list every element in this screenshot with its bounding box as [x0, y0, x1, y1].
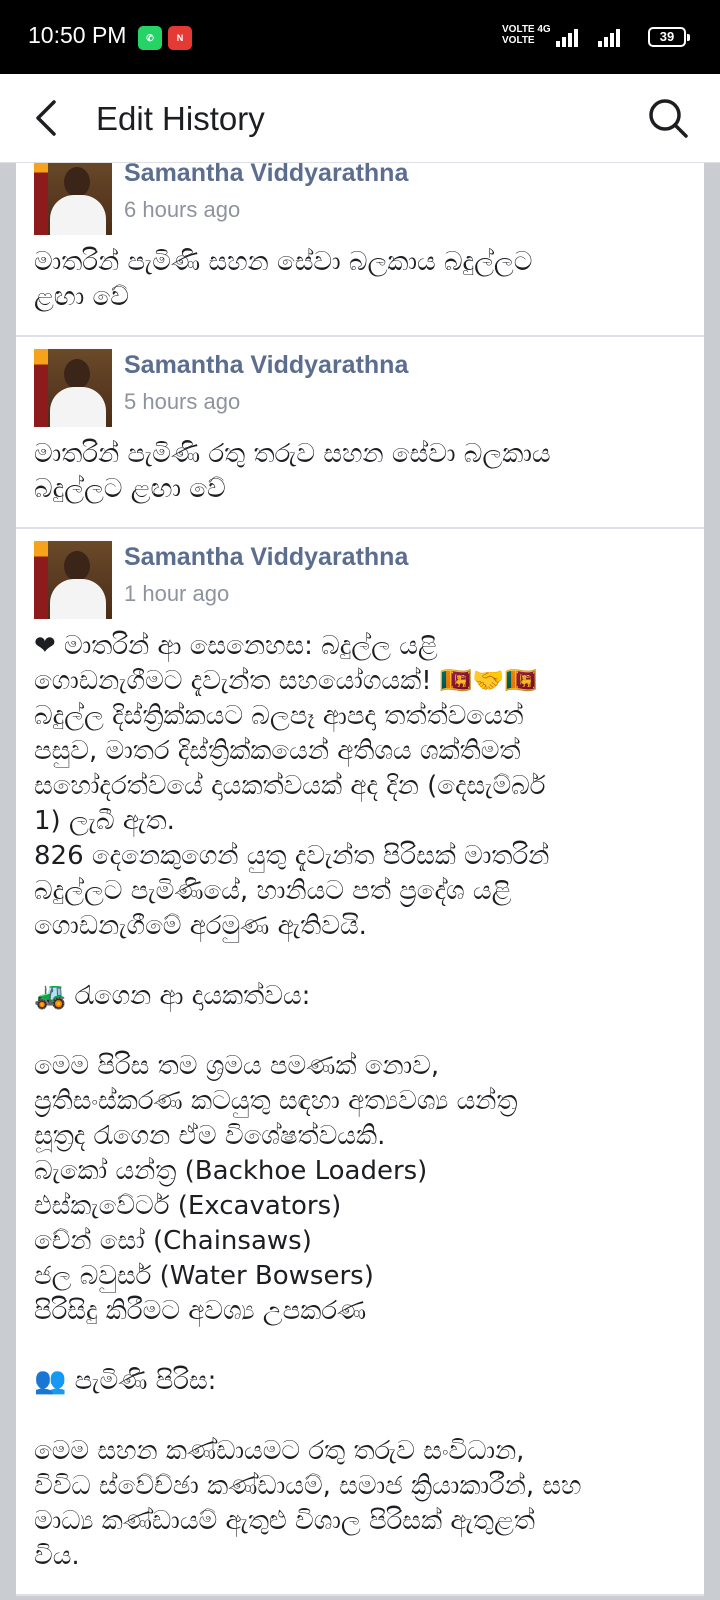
text-line: විවිධ ස්වේච්ඡා කණ්ඩායම්, සමාජ ක්‍රියාකාර…	[34, 1471, 582, 1501]
text-line: මාතරින් පැමිණි සහන සේවා බලකාය බදුල්ලට	[34, 247, 533, 277]
news-app-icon: N	[168, 26, 192, 50]
history-entry: Samantha Viddyarathna 6 hours ago මාතරින් …	[16, 163, 704, 337]
entry-header: Samantha Viddyarathna 1 hour ago	[34, 541, 686, 625]
entry-text: ❤ මාතරින් ආ සෙනෙහස: බදුල්ල යළි ගොඩනැගීමට …	[34, 629, 686, 1574]
person-graphic	[64, 551, 90, 581]
search-icon[interactable]	[646, 96, 690, 140]
avatar[interactable]	[34, 163, 112, 235]
person-graphic	[64, 167, 90, 197]
text-line: මෙම සහන කණ්ඩායමට රතු තරුව සංවිධාන,	[34, 1436, 525, 1466]
entry-timestamp: 6 hours ago	[124, 197, 241, 222]
text-line	[34, 944, 686, 979]
text-line: 1) ලැබී ඇත.	[34, 806, 175, 836]
text-line: චේන් සෝ (Chainsaws)	[34, 1226, 312, 1256]
status-time: 10:50 PM	[28, 22, 127, 48]
flag-graphic	[34, 541, 48, 619]
text-line: බදුල්ල දිස්ත්‍රික්කයට බලපෑ ආපදා තත්ත්වයෙ…	[34, 701, 524, 731]
text-line: විය.	[34, 1541, 80, 1571]
text-line: 🚜 රැගෙන ආ දායකත්වය:	[34, 981, 311, 1011]
text-line: 👥 පැමිණි පිරිස:	[34, 1366, 217, 1396]
status-bar: 10:50 PM ✆ N VOLTE 4G VOLTE 39	[0, 0, 720, 74]
entry-timestamp: 1 hour ago	[124, 581, 230, 606]
entry-text: මාතරින් පැමිණි රතු තරුව සහන සේවා බලකාය බද…	[34, 437, 686, 507]
avatar[interactable]	[34, 349, 112, 427]
history-entry: Samantha Viddyarathna 1 hour ago ❤ මාතරින්…	[16, 529, 704, 1596]
back-arrow-icon[interactable]	[28, 98, 68, 138]
edit-history-list[interactable]: Samantha Viddyarathna 6 hours ago මාතරින් …	[0, 163, 720, 1600]
text-line: සූත්‍රද රැගෙන ඒම විශේෂත්වයකි.	[34, 1121, 386, 1151]
author-name[interactable]: Samantha Viddyarathna	[124, 543, 408, 572]
text-line: බදුල්ලට ළඟා වේ	[34, 474, 226, 504]
text-line: ❤ මාතරින් ආ සෙනෙහස: බදුල්ල යළි	[34, 631, 438, 661]
text-line: ගොඩනැගීමට දැවැන්ත සහයෝගයක්! 🇱🇰🤝🇱🇰	[34, 666, 538, 696]
whatsapp-icon: ✆	[138, 26, 162, 50]
flag-graphic	[34, 349, 48, 427]
text-line: ජල බවුසර් (Water Bowsers)	[34, 1261, 374, 1291]
entry-text: මාතරින් පැමිණි සහන සේවා බලකාය බදුල්ලට ළඟා…	[34, 245, 686, 315]
text-line: බැකෝ යන්ත්‍ර (Backhoe Loaders)	[34, 1156, 428, 1186]
text-line	[34, 1399, 686, 1434]
author-name[interactable]: Samantha Viddyarathna	[124, 351, 408, 380]
text-line: ගොඩනැගීමේ අරමුණ ඇතිවයි.	[34, 911, 367, 941]
text-line: බදුල්ලට පැමිණියේ, හානියට පත් ප්‍රදේශ යළි	[34, 876, 512, 906]
entry-header: Samantha Viddyarathna 5 hours ago	[34, 349, 686, 433]
person-graphic	[50, 387, 106, 427]
entry-timestamp: 5 hours ago	[124, 389, 241, 414]
page-title: Edit History	[96, 100, 265, 137]
text-line	[34, 1014, 686, 1049]
text-line: මාතරින් පැමිණි රතු තරුව සහන සේවා බලකාය	[34, 439, 551, 469]
text-line: ප්‍රතිසංස්කරණ කටයුතු සඳහා අත්‍යවශ්‍ය යන්…	[34, 1086, 518, 1116]
person-graphic	[50, 195, 106, 235]
flag-graphic	[34, 163, 48, 235]
signal-icon	[556, 28, 580, 47]
network-label: VOLTE 4G VOLTE	[502, 24, 551, 46]
text-line: පිරිසිදු කිරීමට අවශ්‍ය උපකරණ	[34, 1296, 367, 1326]
text-line: පසුව, මාතර දිස්ත්‍රික්කයෙන් අතිශය ශක්තිම…	[34, 736, 521, 766]
app-bar: Edit History	[0, 74, 720, 163]
entry-header: Samantha Viddyarathna 6 hours ago	[34, 163, 686, 241]
text-line: සහෝදරත්වයේ දායකත්වයක් අද දින (දෙසැම්බර්	[34, 771, 546, 801]
text-line: ළඟා වේ	[34, 282, 129, 312]
author-name[interactable]: Samantha Viddyarathna	[124, 163, 408, 188]
history-entry: Samantha Viddyarathna 5 hours ago මාතරින් …	[16, 337, 704, 529]
text-line: 826 දෙනෙකුගෙන් යුතු දැවැන්ත පිරිසක් මාතර…	[34, 841, 550, 871]
person-graphic	[64, 359, 90, 389]
avatar[interactable]	[34, 541, 112, 619]
battery-icon: 39	[648, 27, 690, 47]
signal-icon	[598, 28, 622, 47]
text-line: මෙම පිරිස තම ශ්‍රමය පමණක් නොව,	[34, 1051, 440, 1081]
text-line: එස්කැවේටර් (Excavators)	[34, 1191, 342, 1221]
text-line: මාධ්‍ය කණ්ඩායම් ඇතුළු විශාල පිරිසක් ඇතුළ…	[34, 1506, 535, 1536]
text-line	[34, 1329, 686, 1364]
person-graphic	[50, 579, 106, 619]
